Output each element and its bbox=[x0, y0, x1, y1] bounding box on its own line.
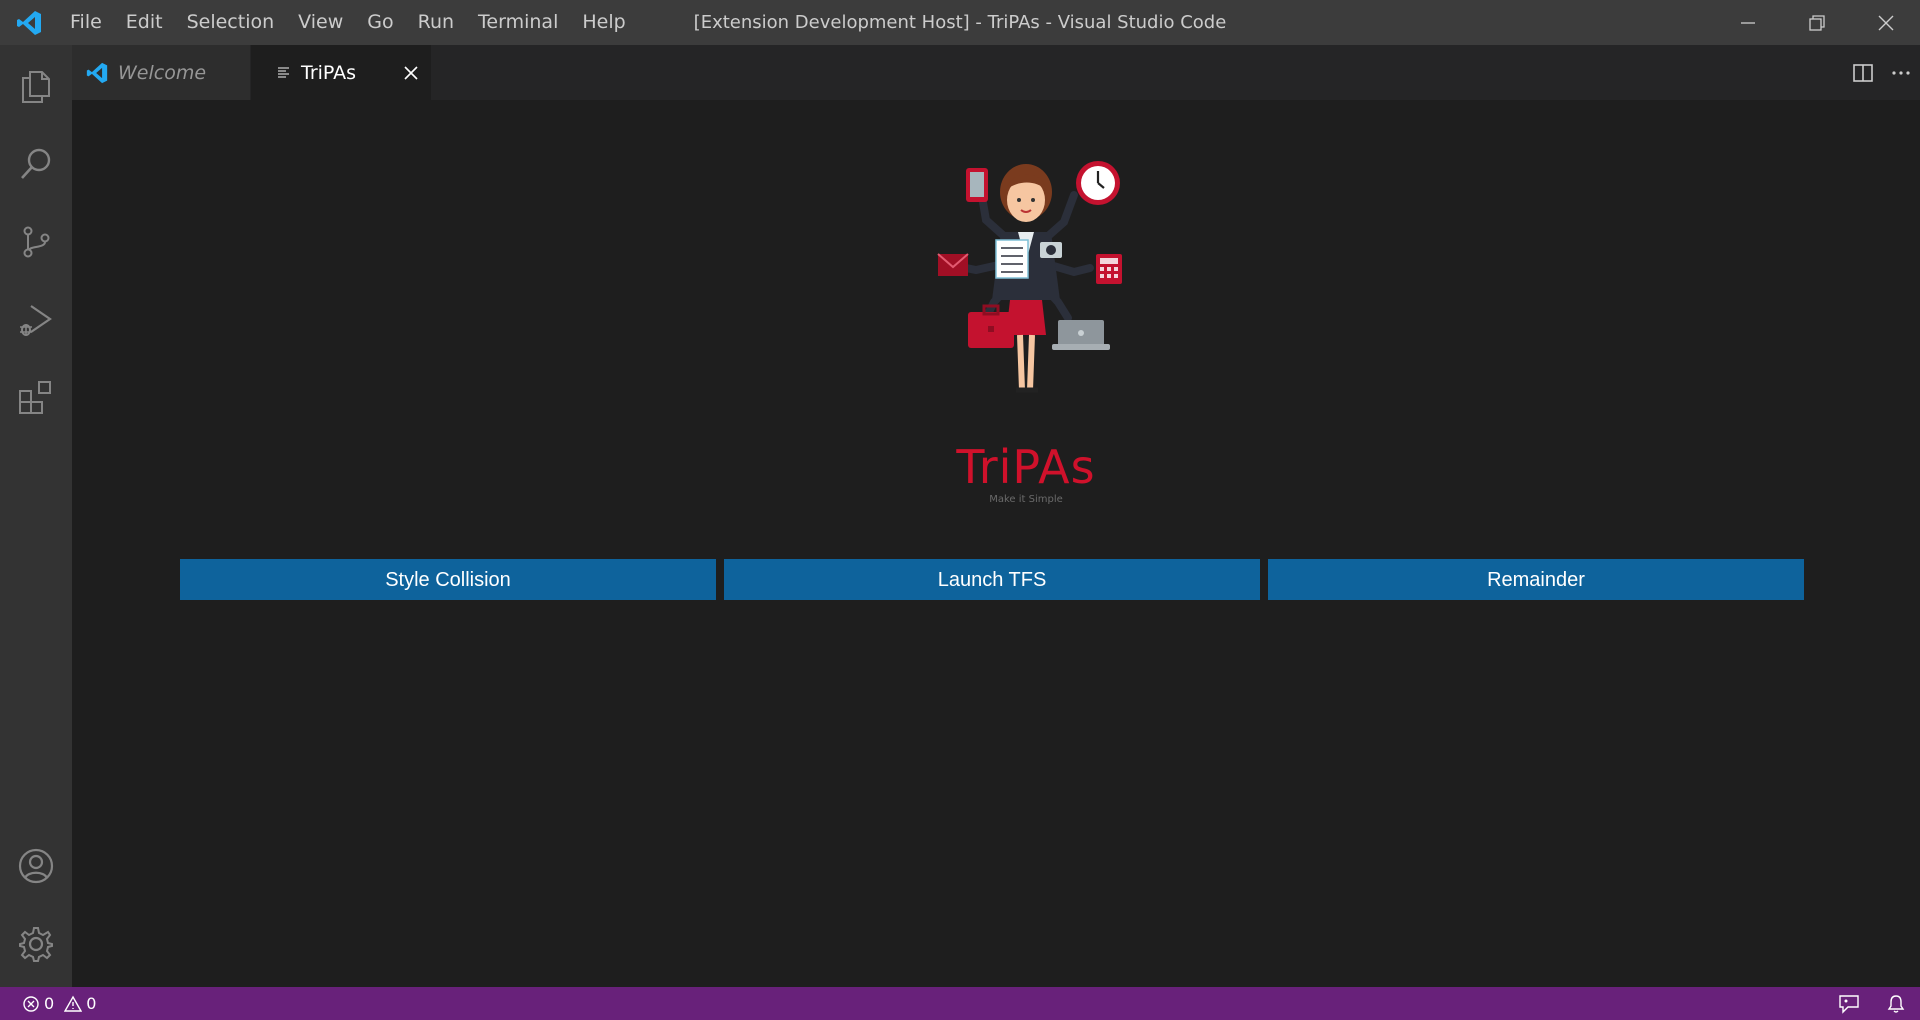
source-control-button[interactable] bbox=[0, 203, 72, 281]
minimize-icon bbox=[1740, 21, 1755, 24]
menu-view[interactable]: View bbox=[286, 0, 355, 45]
warning-count: 0 bbox=[86, 994, 97, 1013]
menu-bar: File Edit Selection View Go Run Terminal… bbox=[58, 0, 638, 45]
warning-icon bbox=[64, 995, 83, 1013]
vscode-logo-icon bbox=[0, 0, 58, 45]
feedback-icon[interactable] bbox=[1838, 994, 1860, 1014]
account-icon bbox=[18, 848, 54, 884]
accounts-button[interactable] bbox=[0, 827, 72, 905]
status-bar: 0 0 bbox=[0, 987, 1920, 1020]
more-actions-button[interactable] bbox=[1882, 45, 1920, 100]
action-buttons: Style Collision Launch TFS Remainder bbox=[180, 559, 1804, 600]
manage-button[interactable] bbox=[0, 905, 72, 983]
tab-tripas[interactable]: TriPAs bbox=[251, 45, 431, 100]
window-controls bbox=[1713, 0, 1920, 45]
run-debug-icon bbox=[20, 305, 52, 336]
launch-tfs-button[interactable]: Launch TFS bbox=[724, 559, 1260, 600]
tripas-hero: TriPAs Make it Simple bbox=[846, 150, 1206, 520]
more-icon bbox=[1892, 70, 1910, 75]
tab-label: TriPAs bbox=[301, 61, 357, 84]
remainder-button[interactable]: Remainder bbox=[1268, 559, 1804, 600]
menu-selection[interactable]: Selection bbox=[175, 0, 287, 45]
activity-bar bbox=[0, 45, 72, 987]
minimize-button[interactable] bbox=[1713, 0, 1782, 45]
tab-welcome[interactable]: Welcome bbox=[72, 45, 250, 100]
split-editor-icon bbox=[1853, 63, 1873, 82]
tab-label: Welcome bbox=[118, 61, 207, 84]
split-editor-button[interactable] bbox=[1844, 45, 1882, 100]
brand-title: TriPAs bbox=[956, 440, 1096, 494]
editor-tab-bar: Welcome TriPAs bbox=[72, 45, 1920, 100]
restore-icon bbox=[1808, 14, 1825, 31]
close-window-button[interactable] bbox=[1851, 0, 1920, 45]
extensions-button[interactable] bbox=[0, 359, 72, 437]
explorer-button[interactable] bbox=[0, 47, 72, 125]
search-button[interactable] bbox=[0, 125, 72, 203]
title-bar: File Edit Selection View Go Run Terminal… bbox=[0, 0, 1920, 45]
vscode-logo-icon bbox=[86, 62, 108, 84]
menu-edit[interactable]: Edit bbox=[114, 0, 175, 45]
menu-terminal[interactable]: Terminal bbox=[466, 0, 570, 45]
extensions-icon bbox=[19, 381, 51, 414]
menu-file[interactable]: File bbox=[58, 0, 114, 45]
settings-gear-icon bbox=[19, 927, 53, 962]
run-debug-button[interactable] bbox=[0, 281, 72, 359]
error-count: 0 bbox=[44, 994, 55, 1013]
search-icon bbox=[21, 148, 51, 179]
webview-panel: TriPAs Make it Simple Style Collision La… bbox=[72, 100, 1920, 987]
multitasking-woman-illustration bbox=[937, 161, 1122, 393]
files-icon bbox=[22, 71, 50, 103]
problems-indicator[interactable]: 0 0 bbox=[0, 994, 96, 1013]
style-collision-button[interactable]: Style Collision bbox=[180, 559, 716, 600]
menu-go[interactable]: Go bbox=[355, 0, 405, 45]
menu-run[interactable]: Run bbox=[406, 0, 466, 45]
menu-help[interactable]: Help bbox=[570, 0, 637, 45]
notifications-bell-icon[interactable] bbox=[1886, 994, 1906, 1014]
brand-tagline: Make it Simple bbox=[989, 494, 1063, 505]
editor-actions bbox=[1844, 45, 1920, 100]
close-tab-icon[interactable] bbox=[403, 65, 419, 81]
status-right bbox=[1838, 987, 1906, 1020]
error-icon bbox=[22, 995, 40, 1013]
source-control-icon bbox=[23, 226, 50, 258]
close-icon bbox=[1878, 15, 1893, 30]
restore-button[interactable] bbox=[1782, 0, 1851, 45]
preview-file-icon bbox=[277, 66, 291, 80]
